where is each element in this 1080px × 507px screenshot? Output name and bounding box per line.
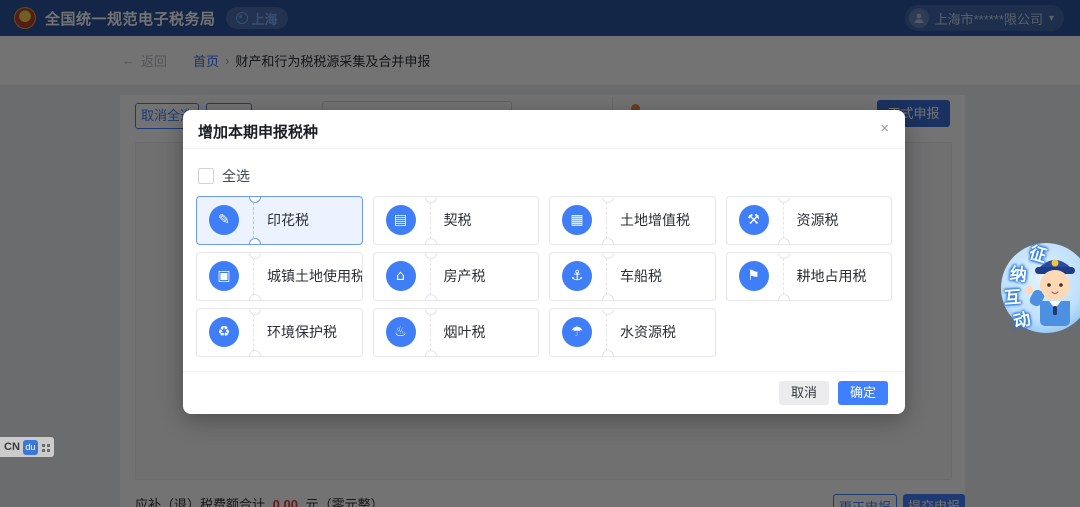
ticket-notch xyxy=(425,252,437,259)
ticket-notch xyxy=(249,252,261,259)
ime-engine-icon: du xyxy=(23,440,38,455)
ticket-divider xyxy=(783,258,784,295)
add-tax-types-modal: 增加本期申报税种 × 全选 ✎ 印花税 ▤ 契税 ▦ 土地增值税 ⚒ 资源税 ▣ xyxy=(183,110,905,414)
farmland-icon: ⚑ xyxy=(739,261,769,291)
ticket-notch xyxy=(249,238,261,245)
ticket-notch xyxy=(778,238,790,245)
ime-indicator[interactable]: CN du xyxy=(0,437,54,457)
tax-card-label: 城镇土地使用税 xyxy=(267,253,363,300)
tax-card-land-appreciation-tax[interactable]: ▦ 土地增值税 xyxy=(549,196,716,245)
cancel-button[interactable]: 取消 xyxy=(779,381,829,405)
tax-card-vehicle-vessel-tax[interactable]: ⚓ 车船税 xyxy=(549,252,716,301)
tax-card-label: 契税 xyxy=(444,197,472,244)
modal-footer: 取消 确定 xyxy=(183,371,905,414)
checkbox-icon xyxy=(198,168,214,184)
modal-title: 增加本期申报税种 xyxy=(198,121,318,142)
resource-toolbox-icon: ⚒ xyxy=(739,205,769,235)
tax-card-label: 烟叶税 xyxy=(444,309,486,356)
ticket-divider xyxy=(606,202,607,239)
tax-card-label: 环境保护税 xyxy=(267,309,337,356)
water-drop-icon: ☂ xyxy=(562,317,592,347)
tax-card-label: 房产税 xyxy=(444,253,486,300)
tax-card-label: 资源税 xyxy=(797,197,839,244)
ticket-notch xyxy=(602,350,614,357)
ticket-notch xyxy=(425,196,437,203)
ticket-notch xyxy=(249,294,261,301)
ticket-notch xyxy=(778,196,790,203)
tax-card-label: 耕地占用税 xyxy=(797,253,867,300)
ticket-notch xyxy=(249,308,261,315)
ticket-notch xyxy=(425,294,437,301)
close-icon[interactable]: × xyxy=(880,119,889,139)
urban-building-icon: ▣ xyxy=(209,261,239,291)
ticket-notch xyxy=(425,308,437,315)
tax-interaction-widget[interactable]: 征 纳 互 动 xyxy=(993,238,1080,338)
ticket-notch xyxy=(249,196,261,203)
ticket-divider xyxy=(430,258,431,295)
confirm-button[interactable]: 确定 xyxy=(838,381,888,405)
tax-card-label: 土地增值税 xyxy=(620,197,690,244)
ticket-notch xyxy=(249,350,261,357)
ticket-divider xyxy=(253,258,254,295)
tax-card-environmental-protection-tax[interactable]: ♻ 环境保护税 xyxy=(196,308,363,357)
tax-card-label: 水资源税 xyxy=(620,309,676,356)
ticket-divider xyxy=(430,202,431,239)
tax-card-label: 车船税 xyxy=(620,253,662,300)
select-all-checkbox[interactable]: 全选 xyxy=(198,166,250,186)
environment-leaf-icon: ♻ xyxy=(209,317,239,347)
tobacco-smoke-icon: ♨ xyxy=(386,317,416,347)
page: 全国统一规范电子税务局 上海 上海市******限公司 ▾ ← 返回 首页 › … xyxy=(0,0,1080,507)
ticket-notch xyxy=(602,308,614,315)
deed-document-icon: ▤ xyxy=(386,205,416,235)
mascot-char: 互 xyxy=(1003,282,1022,308)
ticket-notch xyxy=(425,238,437,245)
tax-card-urban-land-use-tax[interactable]: ▣ 城镇土地使用税 xyxy=(196,252,363,301)
ticket-divider xyxy=(253,314,254,351)
ticket-notch xyxy=(778,252,790,259)
ticket-divider xyxy=(430,314,431,351)
stamp-pen-icon: ✎ xyxy=(209,205,239,235)
keyboard-icon xyxy=(41,443,50,452)
tax-card-label: 印花税 xyxy=(267,197,309,244)
land-certificate-icon: ▦ xyxy=(562,205,592,235)
ticket-notch xyxy=(778,294,790,301)
ticket-divider xyxy=(606,314,607,351)
tax-card-stamp-tax[interactable]: ✎ 印花税 xyxy=(196,196,363,245)
tax-card-property-tax[interactable]: ⌂ 房产税 xyxy=(373,252,540,301)
tax-card-deed-tax[interactable]: ▤ 契税 xyxy=(373,196,540,245)
modal-header: 增加本期申报税种 × xyxy=(183,110,905,149)
ticket-notch xyxy=(602,294,614,301)
tax-card-water-resource-tax[interactable]: ☂ 水资源税 xyxy=(549,308,716,357)
ticket-divider xyxy=(606,258,607,295)
select-all-label: 全选 xyxy=(222,166,250,186)
tax-card-farmland-occupation-tax[interactable]: ⚑ 耕地占用税 xyxy=(726,252,893,301)
house-icon: ⌂ xyxy=(386,261,416,291)
tax-card-tobacco-leaf-tax[interactable]: ♨ 烟叶税 xyxy=(373,308,540,357)
tax-type-grid: ✎ 印花税 ▤ 契税 ▦ 土地增值税 ⚒ 资源税 ▣ 城镇土地使用税 ⌂ 房产税… xyxy=(196,196,892,357)
tax-card-resource-tax[interactable]: ⚒ 资源税 xyxy=(726,196,893,245)
ticket-notch xyxy=(602,196,614,203)
ime-language-label: CN xyxy=(4,441,20,453)
ticket-notch xyxy=(425,350,437,357)
vehicle-vessel-icon: ⚓ xyxy=(562,261,592,291)
ticket-notch xyxy=(602,238,614,245)
ticket-divider xyxy=(783,202,784,239)
ticket-divider xyxy=(253,202,254,239)
ticket-notch xyxy=(602,252,614,259)
